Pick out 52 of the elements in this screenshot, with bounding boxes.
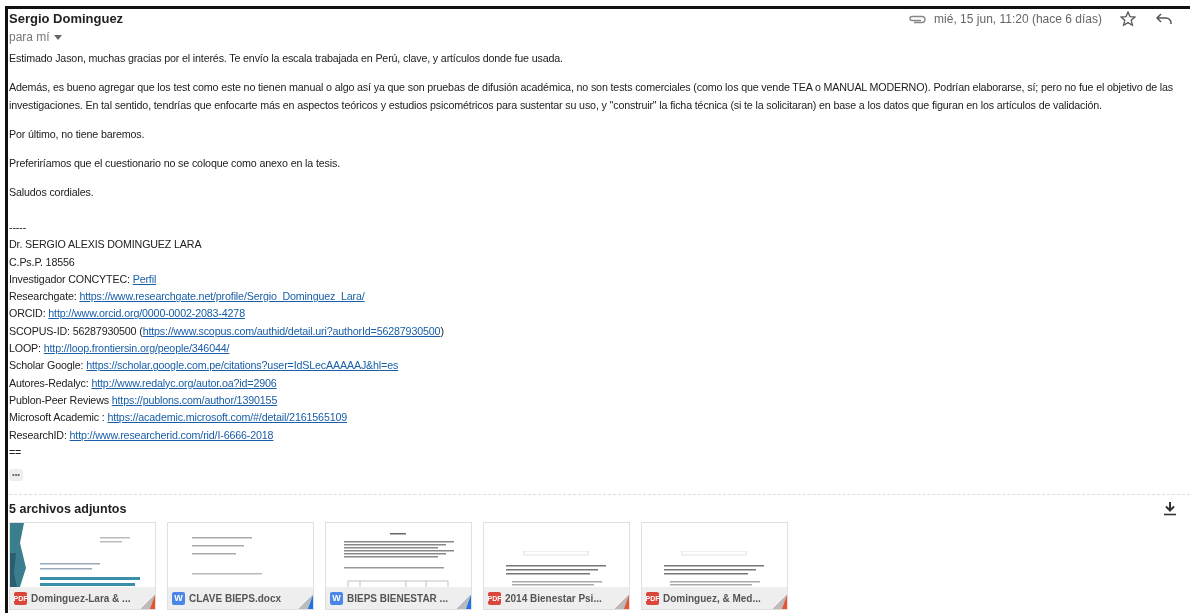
page-corner-icon [615, 595, 629, 610]
body-paragraph: Saludos cordiales. [9, 185, 95, 200]
file-type-icon: W [330, 591, 343, 605]
attachment-card[interactable]: W CLAVE BIEPS.docx [167, 522, 314, 611]
signature-text: Scholar Google: [9, 359, 85, 372]
signature-text: SCOPUS-ID: 56287930500 ( [9, 324, 143, 337]
show-more-button[interactable]: ••• [9, 469, 23, 482]
signature-text: ----- [9, 221, 27, 233]
signature-link[interactable]: http://www.researcherid.com/rid/I-6666-2018 [69, 428, 274, 441]
file-name: BIEPS BIENESTAR ... [347, 592, 448, 604]
signature-text: C.Ps.P. 18556 [9, 255, 75, 268]
page-corner-icon [299, 595, 313, 610]
star-icon[interactable] [1120, 11, 1136, 27]
signature-text: Researchgate: [9, 290, 78, 303]
page-corner-icon [141, 595, 155, 610]
signature-link[interactable]: http://loop.frontiersin.org/people/346044/ [43, 342, 230, 355]
signature-text: ORCID: [9, 307, 47, 320]
signature-text: ResearchID: [9, 428, 68, 441]
signature-link[interactable]: http://www.orcid.org/0000-0002-2083-4278 [48, 307, 245, 320]
recipient-dropdown[interactable]: para mí [9, 29, 62, 45]
body-paragraph: Además, es bueno agregar que los test como este no tienen manual o algo así ya que son pruebas de difusión académica, no son tests comerciales (como los que vende TEA o MANUAL MODERNO). Podrían elaborarse, sí; pero no fue el objetivo de las investigaciones. En tal sentido, tendrías que enfocarte más en aspectos teóricos y estudios psicométricos para sustentar su uso, y "construir" la ficha técnica (si te la solicitaran) en base a los datos que figuran en los artículos de validación. [9, 80, 1175, 113]
body-paragraph: Preferiríamos que el cuestionario no se coloque como anexo en la tesis. [9, 156, 341, 171]
file-name: CLAVE BIEPS.docx [189, 592, 282, 604]
signature-link[interactable]: https://academic.microsoft.com/#/detail/2161565109 [107, 411, 348, 424]
signature-link[interactable]: Perfil [132, 272, 157, 285]
body-paragraph: Estimado Jason, muchas gracias por el interés. Te envío la escala trabajada en Perú, clave, y artículos donde fue usada. [9, 51, 564, 66]
body-paragraph: Por último, no tiene baremos. [9, 127, 146, 142]
signature-text: Autores-Redalyc: [9, 376, 90, 389]
page-corner-icon [457, 595, 471, 610]
attachments-heading: 5 archivos adjuntos [9, 502, 127, 517]
attachment-card[interactable]: W BIEPS BIENESTAR ... [325, 522, 472, 611]
signature-link[interactable]: http://www.redalyc.org/autor.oa?id=2906 [91, 376, 277, 389]
sender-name: Sergio Dominguez [9, 11, 124, 27]
signature-text: Dr. SERGIO ALEXIS DOMINGUEZ LARA [9, 238, 202, 251]
page-corner-icon [773, 595, 787, 610]
file-type-icon: W [172, 591, 185, 605]
signature-text: Publon-Peer Reviews [9, 393, 110, 406]
file-name: Dominguez-Lara & ... [31, 592, 131, 604]
signature-text: Investigador CONCYTEC: [9, 272, 131, 285]
signature-text: ) [440, 324, 444, 337]
signature-text: LOOP: [9, 342, 42, 355]
file-name: 2014 Bienestar Psi... [505, 592, 602, 604]
signature-link[interactable]: https://scholar.google.com.pe/citations?user=IdSLecAAAAAJ&hl=es [86, 359, 399, 372]
download-icon[interactable] [1164, 502, 1176, 517]
signature-text: == [9, 445, 22, 458]
signature-link[interactable]: https://publons.com/author/1390155 [111, 393, 278, 406]
file-name: Dominguez, & Med... [663, 592, 761, 604]
reply-icon[interactable] [1156, 13, 1172, 25]
caret-icon [53, 34, 62, 40]
signature-text: Microsoft Academic : [9, 411, 106, 424]
date-text: mié, 15 jun, 11:20 (hace 6 días) [934, 12, 1102, 26]
signature-link[interactable]: https://www.researchgate.net/profile/Sergio_Dominguez_Lara/ [79, 290, 365, 303]
